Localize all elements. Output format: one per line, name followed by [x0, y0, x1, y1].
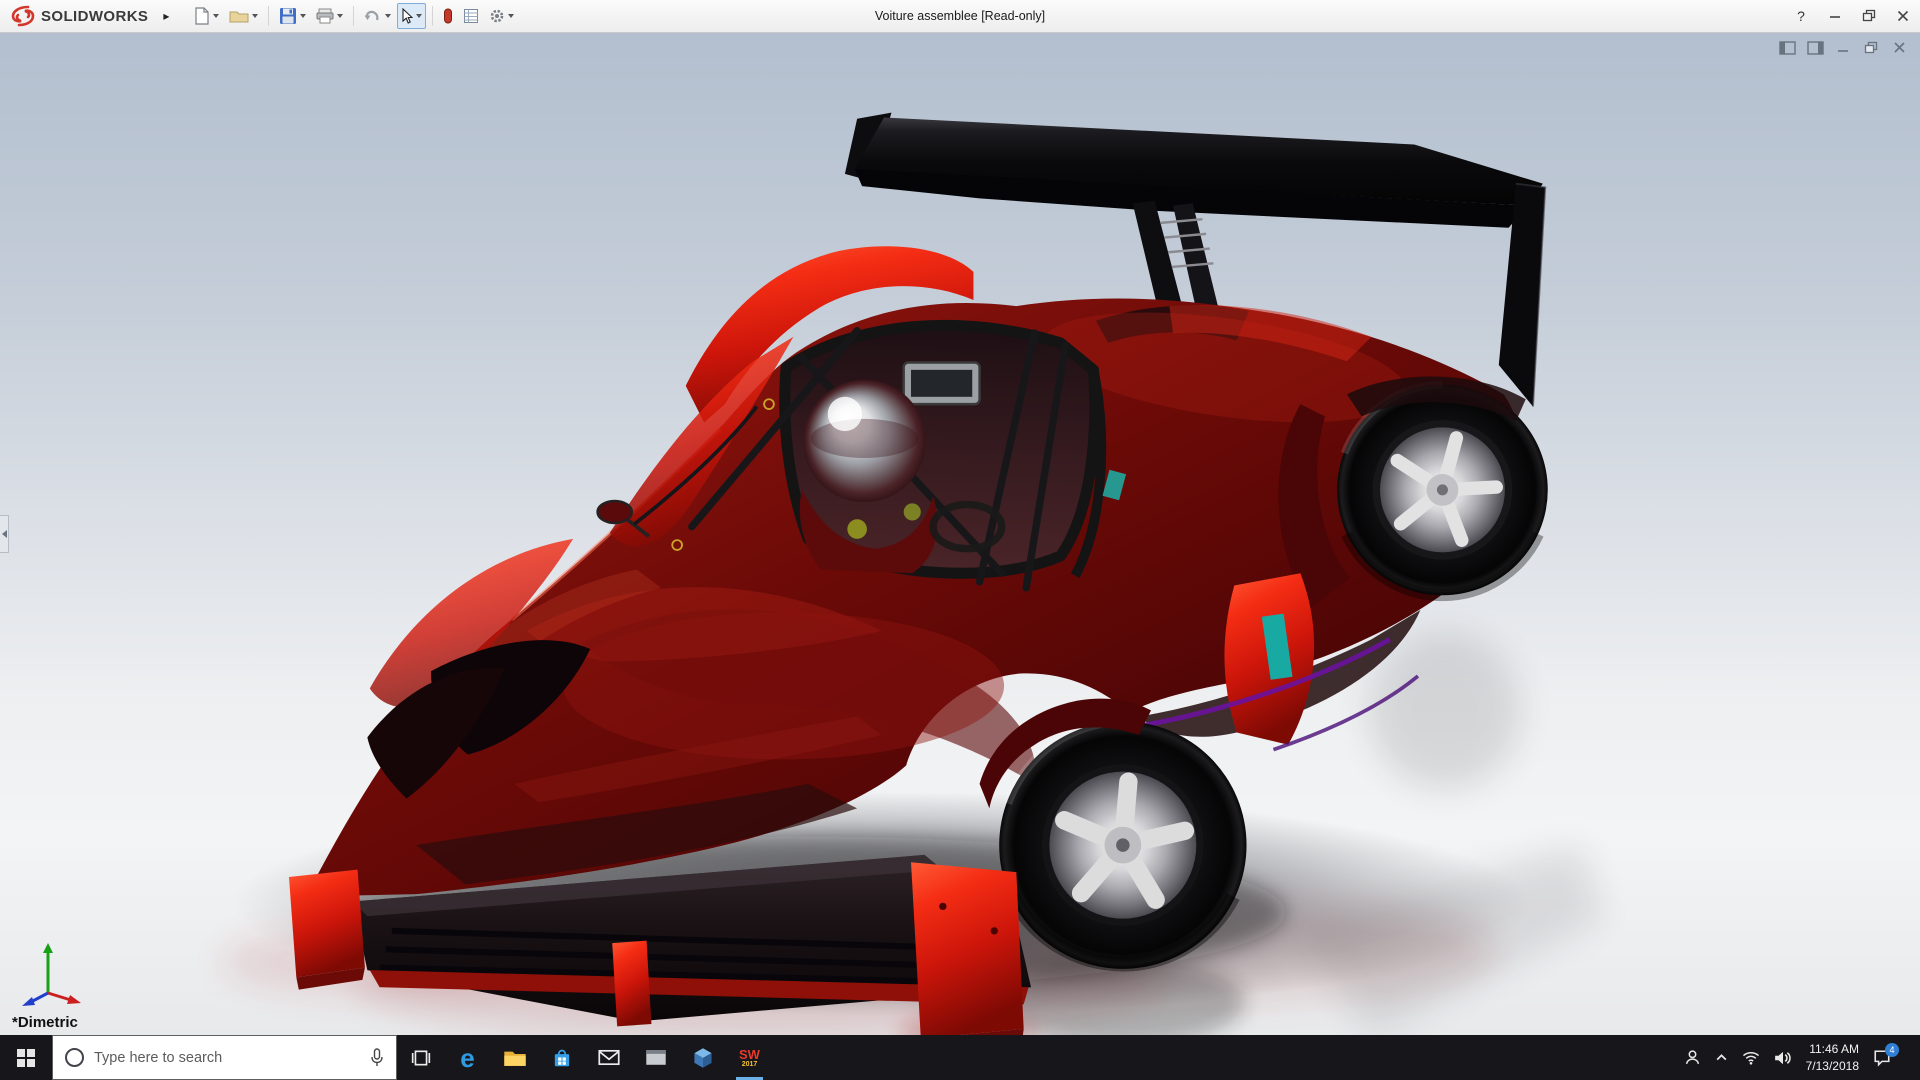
dropdown-caret-icon [300, 14, 306, 18]
document-properties-button[interactable] [459, 3, 483, 29]
file-explorer-button[interactable] [491, 1035, 538, 1080]
taskbar: e [0, 1035, 1920, 1080]
gear-icon [489, 8, 505, 24]
save-button[interactable] [275, 3, 310, 29]
chevron-left-icon [2, 530, 7, 538]
open-button[interactable] [225, 3, 262, 29]
view-orientation-label: *Dimetric [12, 1014, 78, 1031]
store-icon [551, 1047, 573, 1069]
graphics-viewport[interactable]: *Dimetric [0, 33, 1920, 1035]
new-document-icon [194, 7, 210, 25]
dropdown-caret-icon [508, 14, 514, 18]
car-3d-model[interactable] [0, 33, 1920, 1035]
solidworks-window: SOLIDWORKS ▸ [0, 0, 1920, 1080]
dropdown-caret-icon [385, 14, 391, 18]
solidworks-taskbar-button[interactable]: SW 2017 [726, 1035, 773, 1080]
close-button[interactable] [1886, 0, 1920, 32]
undo-icon [364, 9, 382, 23]
tray-overflow-button[interactable] [1715, 1053, 1728, 1062]
microphone-icon[interactable] [370, 1048, 384, 1068]
options-button[interactable] [485, 3, 518, 29]
titlebar: SOLIDWORKS ▸ [0, 0, 1920, 33]
store-button[interactable] [538, 1035, 585, 1080]
cube-icon [692, 1047, 714, 1069]
dock-right-button[interactable] [1806, 40, 1824, 55]
clock[interactable]: 11:46 AM 7/13/2018 [1806, 1041, 1859, 1073]
quick-toolbar [190, 3, 518, 29]
select-tool-button[interactable] [397, 3, 426, 29]
help-button[interactable]: ? [1784, 0, 1818, 32]
task-view-icon [411, 1050, 431, 1066]
action-center-button[interactable]: 4 [1873, 1049, 1891, 1067]
file-explorer-icon [503, 1048, 527, 1067]
coordinate-triad [18, 935, 90, 1007]
print-button[interactable] [312, 3, 347, 29]
mail-button[interactable] [585, 1035, 632, 1080]
dock-right-icon [1807, 41, 1824, 55]
close-icon [1893, 41, 1906, 54]
clock-time: 11:46 AM [1806, 1041, 1859, 1057]
document-title: Voiture assemblee [Read-only] [875, 9, 1045, 23]
select-cursor-icon [401, 8, 413, 24]
save-icon [279, 7, 297, 25]
toolbar-separator [432, 6, 433, 26]
close-icon [1896, 9, 1910, 23]
app-window-button[interactable] [632, 1035, 679, 1080]
doc-minimize-button[interactable] [1834, 40, 1852, 55]
toolbar-separator [353, 6, 354, 26]
app-window-icon [645, 1049, 667, 1066]
solidworks-logo: SOLIDWORKS [0, 5, 156, 27]
network-button[interactable] [1742, 1051, 1760, 1065]
task-view-button[interactable] [397, 1035, 444, 1080]
volume-button[interactable] [1774, 1050, 1792, 1066]
speaker-icon [1774, 1050, 1792, 1066]
brand-text: SOLIDWORKS [41, 8, 148, 25]
edge-button[interactable]: e [444, 1035, 491, 1080]
minimize-icon [1836, 41, 1850, 55]
new-document-button[interactable] [190, 3, 223, 29]
notification-badge: 4 [1885, 1043, 1899, 1057]
undo-button[interactable] [360, 3, 395, 29]
chevron-up-icon [1715, 1053, 1728, 1062]
dropdown-caret-icon [416, 14, 422, 18]
dropdown-caret-icon [337, 14, 343, 18]
solidworks-app-icon: SW 2017 [739, 1048, 760, 1068]
appearance-icon [443, 8, 453, 24]
print-icon [316, 8, 334, 24]
search-input[interactable] [94, 1050, 360, 1066]
minimize-button[interactable] [1818, 0, 1852, 32]
dock-left-icon [1779, 41, 1796, 55]
open-folder-icon [229, 8, 249, 24]
doc-restore-button[interactable] [1862, 40, 1880, 55]
system-tray: 11:46 AM 7/13/2018 4 [1676, 1035, 1920, 1080]
people-icon [1684, 1049, 1701, 1066]
document-properties-icon [463, 8, 479, 24]
cortana-icon [65, 1048, 84, 1067]
media-cube-button[interactable] [679, 1035, 726, 1080]
panel-collapse-tab[interactable] [0, 515, 9, 553]
appearances-button[interactable] [439, 3, 457, 29]
doc-close-button[interactable] [1890, 40, 1908, 55]
minimize-icon [1828, 9, 1842, 23]
windows-logo-icon [17, 1049, 35, 1067]
dock-left-button[interactable] [1778, 40, 1796, 55]
ds-emblem-icon [10, 5, 36, 27]
toolbar-separator [268, 6, 269, 26]
toolbar-expand-button[interactable]: ▸ [156, 4, 176, 28]
edge-icon: e [460, 1045, 474, 1071]
document-window-controls [1778, 40, 1908, 55]
restore-button[interactable] [1852, 0, 1886, 32]
window-controls: ? [1784, 0, 1920, 32]
people-button[interactable] [1684, 1049, 1701, 1066]
taskbar-search[interactable] [52, 1035, 397, 1080]
restore-icon [1862, 9, 1876, 23]
wifi-icon [1742, 1051, 1760, 1065]
taskbar-icons: e [397, 1035, 773, 1080]
restore-icon [1864, 41, 1878, 55]
clock-date: 7/13/2018 [1806, 1058, 1859, 1074]
dropdown-caret-icon [213, 14, 219, 18]
start-button[interactable] [0, 1035, 52, 1080]
mail-icon [598, 1049, 620, 1066]
dropdown-caret-icon [252, 14, 258, 18]
